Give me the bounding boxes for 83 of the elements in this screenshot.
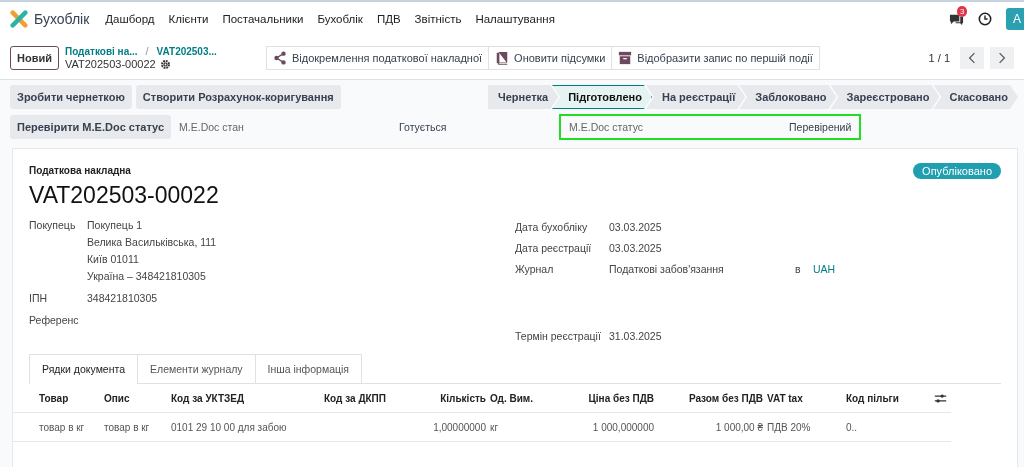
book-icon <box>495 50 510 65</box>
notebook-tab[interactable]: Рядки документа <box>29 354 139 384</box>
app-name[interactable]: Бухоблік <box>34 11 90 27</box>
table-cell-text: 1 000,00 ₴ <box>714 421 763 433</box>
status-stage[interactable]: Підготовлено <box>552 85 652 109</box>
table-cell-text: 0101 29 10 00 для забою <box>171 421 288 433</box>
status-stage[interactable]: Заблоковано <box>739 85 837 109</box>
settings-icon[interactable] <box>159 58 171 70</box>
table-cell-text: 1 000,000000 <box>591 421 654 433</box>
field-label: в <box>795 263 802 275</box>
status-stage[interactable]: Чернетка <box>488 85 559 109</box>
column-header[interactable]: VAT tax <box>767 392 842 404</box>
field-label: Журнал <box>515 263 555 275</box>
field-label: Покупець <box>29 219 77 233</box>
column-header[interactable]: Од. Вим. <box>490 392 570 404</box>
pager-text: 1 / 1 <box>928 51 950 64</box>
menu-item[interactable]: Дашборд <box>105 13 155 25</box>
menu-item[interactable]: Постачальники <box>222 13 304 25</box>
field-value: Податкові забов'язання <box>609 263 725 275</box>
menu-item[interactable]: Налаштування <box>475 13 555 25</box>
field-label: Дата реєстрації <box>515 242 593 254</box>
status-badge: Опубліковано <box>913 163 1001 179</box>
breadcrumb-link[interactable]: Податкові на... <box>64 45 138 57</box>
previous-button[interactable] <box>960 46 984 69</box>
table-cell-text: кг <box>490 421 500 433</box>
table-cell-text: 1,00000000 <box>432 421 486 433</box>
field-label: Дата бухобліку <box>515 221 589 233</box>
field-value: Покупець 1 <box>87 219 144 231</box>
breadcrumb-link[interactable]: VAT202503... <box>156 45 217 57</box>
document-type: Податкова накладна <box>29 165 132 176</box>
table-cell-text: ПДВ 20% <box>767 421 812 433</box>
record-name: VAT202503-00022 <box>64 58 156 70</box>
share-icon <box>272 50 287 65</box>
field-value: 03.03.2025 <box>609 242 663 254</box>
action-button[interactable]: Відобразити запис по першій події <box>611 45 820 70</box>
archive-icon <box>618 50 633 65</box>
notebook-tab[interactable]: Інша інформація <box>254 354 363 383</box>
field-label: Термін реєстрації <box>515 330 602 342</box>
status-stage[interactable]: На реєстрації <box>645 85 746 109</box>
status-stage[interactable]: Скасовано <box>933 85 1018 109</box>
action-button[interactable]: Відокремлення податкової накладної <box>265 45 490 70</box>
field-label: Референс <box>29 314 80 326</box>
menu-item[interactable]: ПДВ <box>376 13 401 25</box>
table-cell-text: товар в кг <box>39 421 86 433</box>
menu-item[interactable]: Бухоблік <box>317 13 363 25</box>
field-label: M.E.Doc статус <box>568 121 645 133</box>
field-value: Україна – 348421810305 <box>87 270 207 282</box>
column-header[interactable]: Код за ДКПП <box>324 392 384 404</box>
table-cell-text: товар в кг <box>104 421 151 433</box>
menu-item[interactable]: Клієнти <box>168 13 209 25</box>
field-label: M.E.Doc стан <box>178 121 245 133</box>
field-value: Перевірений <box>789 121 852 133</box>
column-header[interactable]: Кількість <box>388 392 486 404</box>
menu-item[interactable]: Звітність <box>414 13 462 25</box>
table-cell-text: 0.. <box>846 421 859 433</box>
action-button[interactable]: Оновити підсумки <box>488 45 613 70</box>
chevron-left-icon <box>968 51 976 64</box>
field-label: ІПН <box>29 292 49 304</box>
column-header[interactable]: Опис <box>104 392 167 404</box>
clock-icon[interactable] <box>978 12 992 26</box>
field-value: 31.03.2025 <box>609 330 663 342</box>
field-value: Київ 01011 <box>87 253 140 265</box>
new-button[interactable]: Новий <box>10 45 59 70</box>
column-header[interactable]: Разом без ПДВ <box>658 392 763 404</box>
next-button[interactable] <box>990 46 1014 69</box>
header-button[interactable]: Зробити чернеткою <box>10 85 132 109</box>
column-header[interactable]: Ціна без ПДВ <box>574 392 654 404</box>
field-value: Готується <box>399 121 448 133</box>
app-logo-icon[interactable] <box>10 10 28 28</box>
breadcrumb-separator: / <box>144 45 150 57</box>
field-value: 348421810305 <box>87 292 158 304</box>
header-button[interactable]: Створити Розрахунок-коригування <box>135 85 341 109</box>
column-header[interactable]: Код пільги <box>846 392 926 404</box>
field-value: 03.03.2025 <box>609 221 663 233</box>
status-stage[interactable]: Зареєстровано <box>830 85 940 109</box>
field-value: Велика Васильківська, 111 <box>87 236 217 248</box>
record-title: VAT202503-00022 <box>29 182 219 209</box>
column-header[interactable]: Товар <box>39 392 100 404</box>
currency-link[interactable]: UAH <box>813 263 836 275</box>
column-header[interactable]: Код за УКТЗЕД <box>171 392 320 404</box>
check-status-button[interactable]: Перевірити M.E.Doc статус <box>10 115 172 139</box>
message-count-badge: 3 <box>957 5 968 17</box>
chevron-right-icon <box>998 51 1006 64</box>
